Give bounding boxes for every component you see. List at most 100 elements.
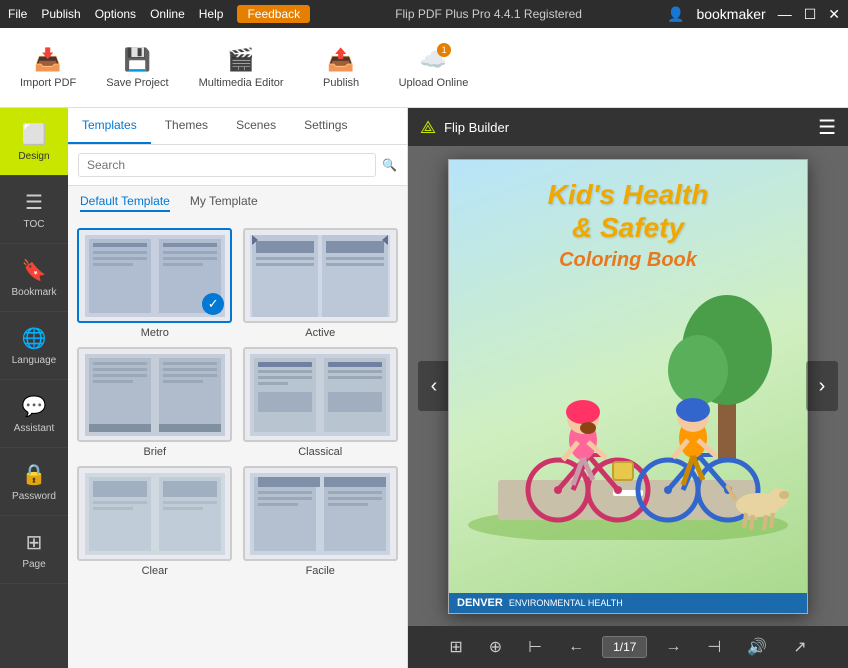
template-thumb-facile[interactable] xyxy=(243,466,398,561)
password-label: Password xyxy=(12,491,56,502)
search-bar: 🔍 xyxy=(68,145,407,186)
subtab-my-template[interactable]: My Template xyxy=(190,194,258,212)
multimedia-icon: 🎬 xyxy=(227,47,254,73)
sidebar-item-toc[interactable]: ☰ TOC xyxy=(0,176,68,244)
template-facile[interactable]: Facile xyxy=(242,466,400,577)
preview-title: Flip Builder xyxy=(444,120,509,135)
design-icon: ⬜ xyxy=(22,122,47,147)
prev-page-arrow[interactable]: ‹ xyxy=(418,361,450,411)
save-icon: 💾 xyxy=(124,47,151,73)
preview-header: ⟁ Flip Builder ☰ xyxy=(408,108,848,146)
grid-view-button[interactable]: ⊞ xyxy=(441,633,470,661)
zoom-in-button[interactable]: ⊕ xyxy=(481,633,510,661)
template-active[interactable]: Active xyxy=(242,228,400,339)
template-brief[interactable]: Brief xyxy=(76,347,234,458)
template-clear-label: Clear xyxy=(142,565,168,577)
share-button[interactable]: ↗ xyxy=(785,633,814,661)
preview-footer: ⊞ ⊕ ⊢ ← 1/17 → ⊣ 🔊 ↗ xyxy=(408,626,848,668)
password-icon: 🔒 xyxy=(22,462,47,487)
menu-online[interactable]: Online xyxy=(150,7,185,21)
next-page-arrow[interactable]: › xyxy=(806,361,838,411)
tab-settings[interactable]: Settings xyxy=(290,108,361,144)
sidebar-item-assistant[interactable]: 💬 Assistant xyxy=(0,380,68,448)
panel: Templates Themes Scenes Settings 🔍 Defau… xyxy=(68,108,408,668)
panel-tabs: Templates Themes Scenes Settings xyxy=(68,108,407,145)
title-bar: File Publish Options Online Help Feedbac… xyxy=(0,0,848,28)
bookmark-icon: 🔖 xyxy=(22,258,47,283)
design-label: Design xyxy=(18,151,49,162)
template-thumb-classical[interactable] xyxy=(243,347,398,442)
template-metro[interactable]: ✓ Metro xyxy=(76,228,234,339)
publish-icon: 📤 xyxy=(327,47,354,73)
upload-label: Upload Online xyxy=(399,77,469,89)
sidebar-item-language[interactable]: 🌐 Language xyxy=(0,312,68,380)
preview-area: ⟁ Flip Builder ☰ ‹ Kid's Health & Safety… xyxy=(408,108,848,668)
page-indicator[interactable]: 1/17 xyxy=(602,636,647,658)
denver-logo: DENVER xyxy=(457,597,503,609)
sidebar-item-design[interactable]: ⬜ Design xyxy=(0,108,68,176)
import-pdf-button[interactable]: 📥 Import PDF xyxy=(20,47,76,89)
main-content: ⬜ Design ☰ TOC 🔖 Bookmark 🌐 Language 💬 A… xyxy=(0,108,848,668)
book-title-line1: Kid's Health xyxy=(548,178,709,212)
template-thumb-clear[interactable] xyxy=(77,466,232,561)
book-footer: DENVER ENVIRONMENTAL HEALTH xyxy=(449,593,807,613)
template-classical[interactable]: Classical xyxy=(242,347,400,458)
left-sidebar: ⬜ Design ☰ TOC 🔖 Bookmark 🌐 Language 💬 A… xyxy=(0,108,68,668)
close-button[interactable]: ✕ xyxy=(828,6,840,23)
template-classical-label: Classical xyxy=(298,446,342,458)
book-subtitle: Coloring Book xyxy=(559,249,697,272)
sidebar-item-page[interactable]: ⊞ Page xyxy=(0,516,68,584)
template-thumb-metro[interactable]: ✓ xyxy=(77,228,232,323)
menu-publish[interactable]: Publish xyxy=(41,7,80,21)
toolbar: 📥 Import PDF 💾 Save Project 🎬 Multimedia… xyxy=(0,28,848,108)
publish-label: Publish xyxy=(323,77,359,89)
template-sub-tabs: Default Template My Template xyxy=(68,186,407,220)
save-project-button[interactable]: 💾 Save Project xyxy=(106,47,168,89)
preview-header-left: ⟁ Flip Builder xyxy=(420,117,509,138)
book-preview: Kid's Health & Safety Coloring Book xyxy=(448,159,808,614)
flip-logo-icon: ⟁ xyxy=(420,117,436,138)
publish-button[interactable]: 📤 Publish xyxy=(314,47,369,89)
template-active-label: Active xyxy=(305,327,335,339)
user-icon: 👤 xyxy=(667,6,684,23)
search-icon: 🔍 xyxy=(382,158,397,172)
first-page-button[interactable]: ⊢ xyxy=(520,633,550,661)
tab-themes[interactable]: Themes xyxy=(151,108,222,144)
menu-bar: File Publish Options Online Help Feedbac… xyxy=(8,5,310,23)
toc-icon: ☰ xyxy=(25,190,43,215)
app-title: Flip PDF Plus Pro 4.4.1 Registered xyxy=(310,7,667,21)
feedback-button[interactable]: Feedback xyxy=(237,5,310,23)
minimize-button[interactable]: — xyxy=(778,6,792,22)
template-clear[interactable]: Clear xyxy=(76,466,234,577)
next-page-button[interactable]: → xyxy=(657,634,689,660)
multimedia-label: Multimedia Editor xyxy=(199,77,284,89)
import-icon: 📥 xyxy=(34,47,61,73)
search-input[interactable] xyxy=(78,153,376,177)
book-cover: Kid's Health & Safety Coloring Book xyxy=(449,160,807,613)
multimedia-editor-button[interactable]: 🎬 Multimedia Editor xyxy=(199,47,284,89)
page-icon: ⊞ xyxy=(26,530,43,555)
hamburger-menu-icon[interactable]: ☰ xyxy=(818,115,836,140)
menu-file[interactable]: File xyxy=(8,7,27,21)
tab-scenes[interactable]: Scenes xyxy=(222,108,290,144)
templates-grid: ✓ Metro xyxy=(68,220,407,668)
prev-page-button[interactable]: ← xyxy=(560,634,592,660)
username: bookmaker xyxy=(696,6,765,22)
tab-templates[interactable]: Templates xyxy=(68,108,151,144)
menu-help[interactable]: Help xyxy=(199,7,224,21)
subtab-default-template[interactable]: Default Template xyxy=(80,194,170,212)
template-brief-label: Brief xyxy=(143,446,166,458)
book-area: ‹ Kid's Health & Safety Coloring Book xyxy=(408,146,848,626)
template-thumb-brief[interactable] xyxy=(77,347,232,442)
volume-button[interactable]: 🔊 xyxy=(739,633,775,661)
sidebar-item-bookmark[interactable]: 🔖 Bookmark xyxy=(0,244,68,312)
template-thumb-active[interactable] xyxy=(243,228,398,323)
menu-options[interactable]: Options xyxy=(95,7,136,21)
last-page-button[interactable]: ⊣ xyxy=(699,633,729,661)
maximize-button[interactable]: ☐ xyxy=(804,6,817,23)
upload-online-button[interactable]: ☁️1 Upload Online xyxy=(399,47,469,89)
save-label: Save Project xyxy=(106,77,168,89)
assistant-icon: 💬 xyxy=(22,394,47,419)
book-title-line2: & Safety xyxy=(572,211,684,245)
sidebar-item-password[interactable]: 🔒 Password xyxy=(0,448,68,516)
